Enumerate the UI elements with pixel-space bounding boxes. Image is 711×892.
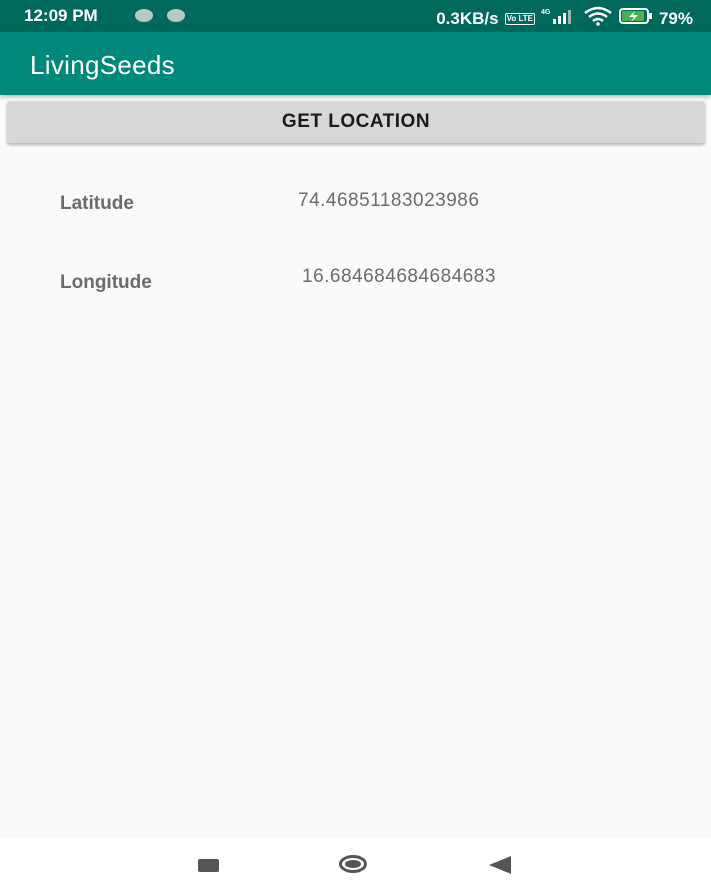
status-indicators: 0.3KB/s Vo LTE 4G 79% bbox=[436, 6, 693, 31]
battery-percent: 79% bbox=[658, 8, 693, 28]
home-icon[interactable] bbox=[339, 855, 367, 873]
status-time: 12:09 PM bbox=[24, 6, 98, 25]
navigation-bar bbox=[0, 838, 711, 892]
notification-dot-icon bbox=[167, 9, 185, 22]
signal-icon: 4G bbox=[541, 7, 577, 30]
longitude-label: Longitude bbox=[60, 272, 152, 293]
back-icon[interactable] bbox=[489, 856, 511, 874]
notification-dot-icon bbox=[135, 9, 153, 22]
latitude-label: Latitude bbox=[60, 193, 134, 214]
recents-icon[interactable] bbox=[198, 859, 219, 872]
wifi-icon bbox=[583, 6, 613, 31]
longitude-value: 16.684684684684683 bbox=[302, 266, 496, 287]
volte-icon: Vo LTE bbox=[504, 12, 535, 25]
latitude-value: 74.46851183023986 bbox=[298, 190, 480, 211]
get-location-button[interactable]: GET LOCATION bbox=[7, 101, 705, 143]
status-bar: 12:09 PM 0.3KB/s Vo LTE 4G 79% bbox=[0, 0, 711, 32]
network-type-label: 4G bbox=[541, 9, 551, 16]
network-speed: 0.3KB/s bbox=[436, 8, 499, 28]
battery-charging-icon bbox=[618, 7, 653, 30]
app-title: LivingSeeds bbox=[30, 50, 175, 80]
app-bar: LivingSeeds bbox=[0, 32, 711, 95]
